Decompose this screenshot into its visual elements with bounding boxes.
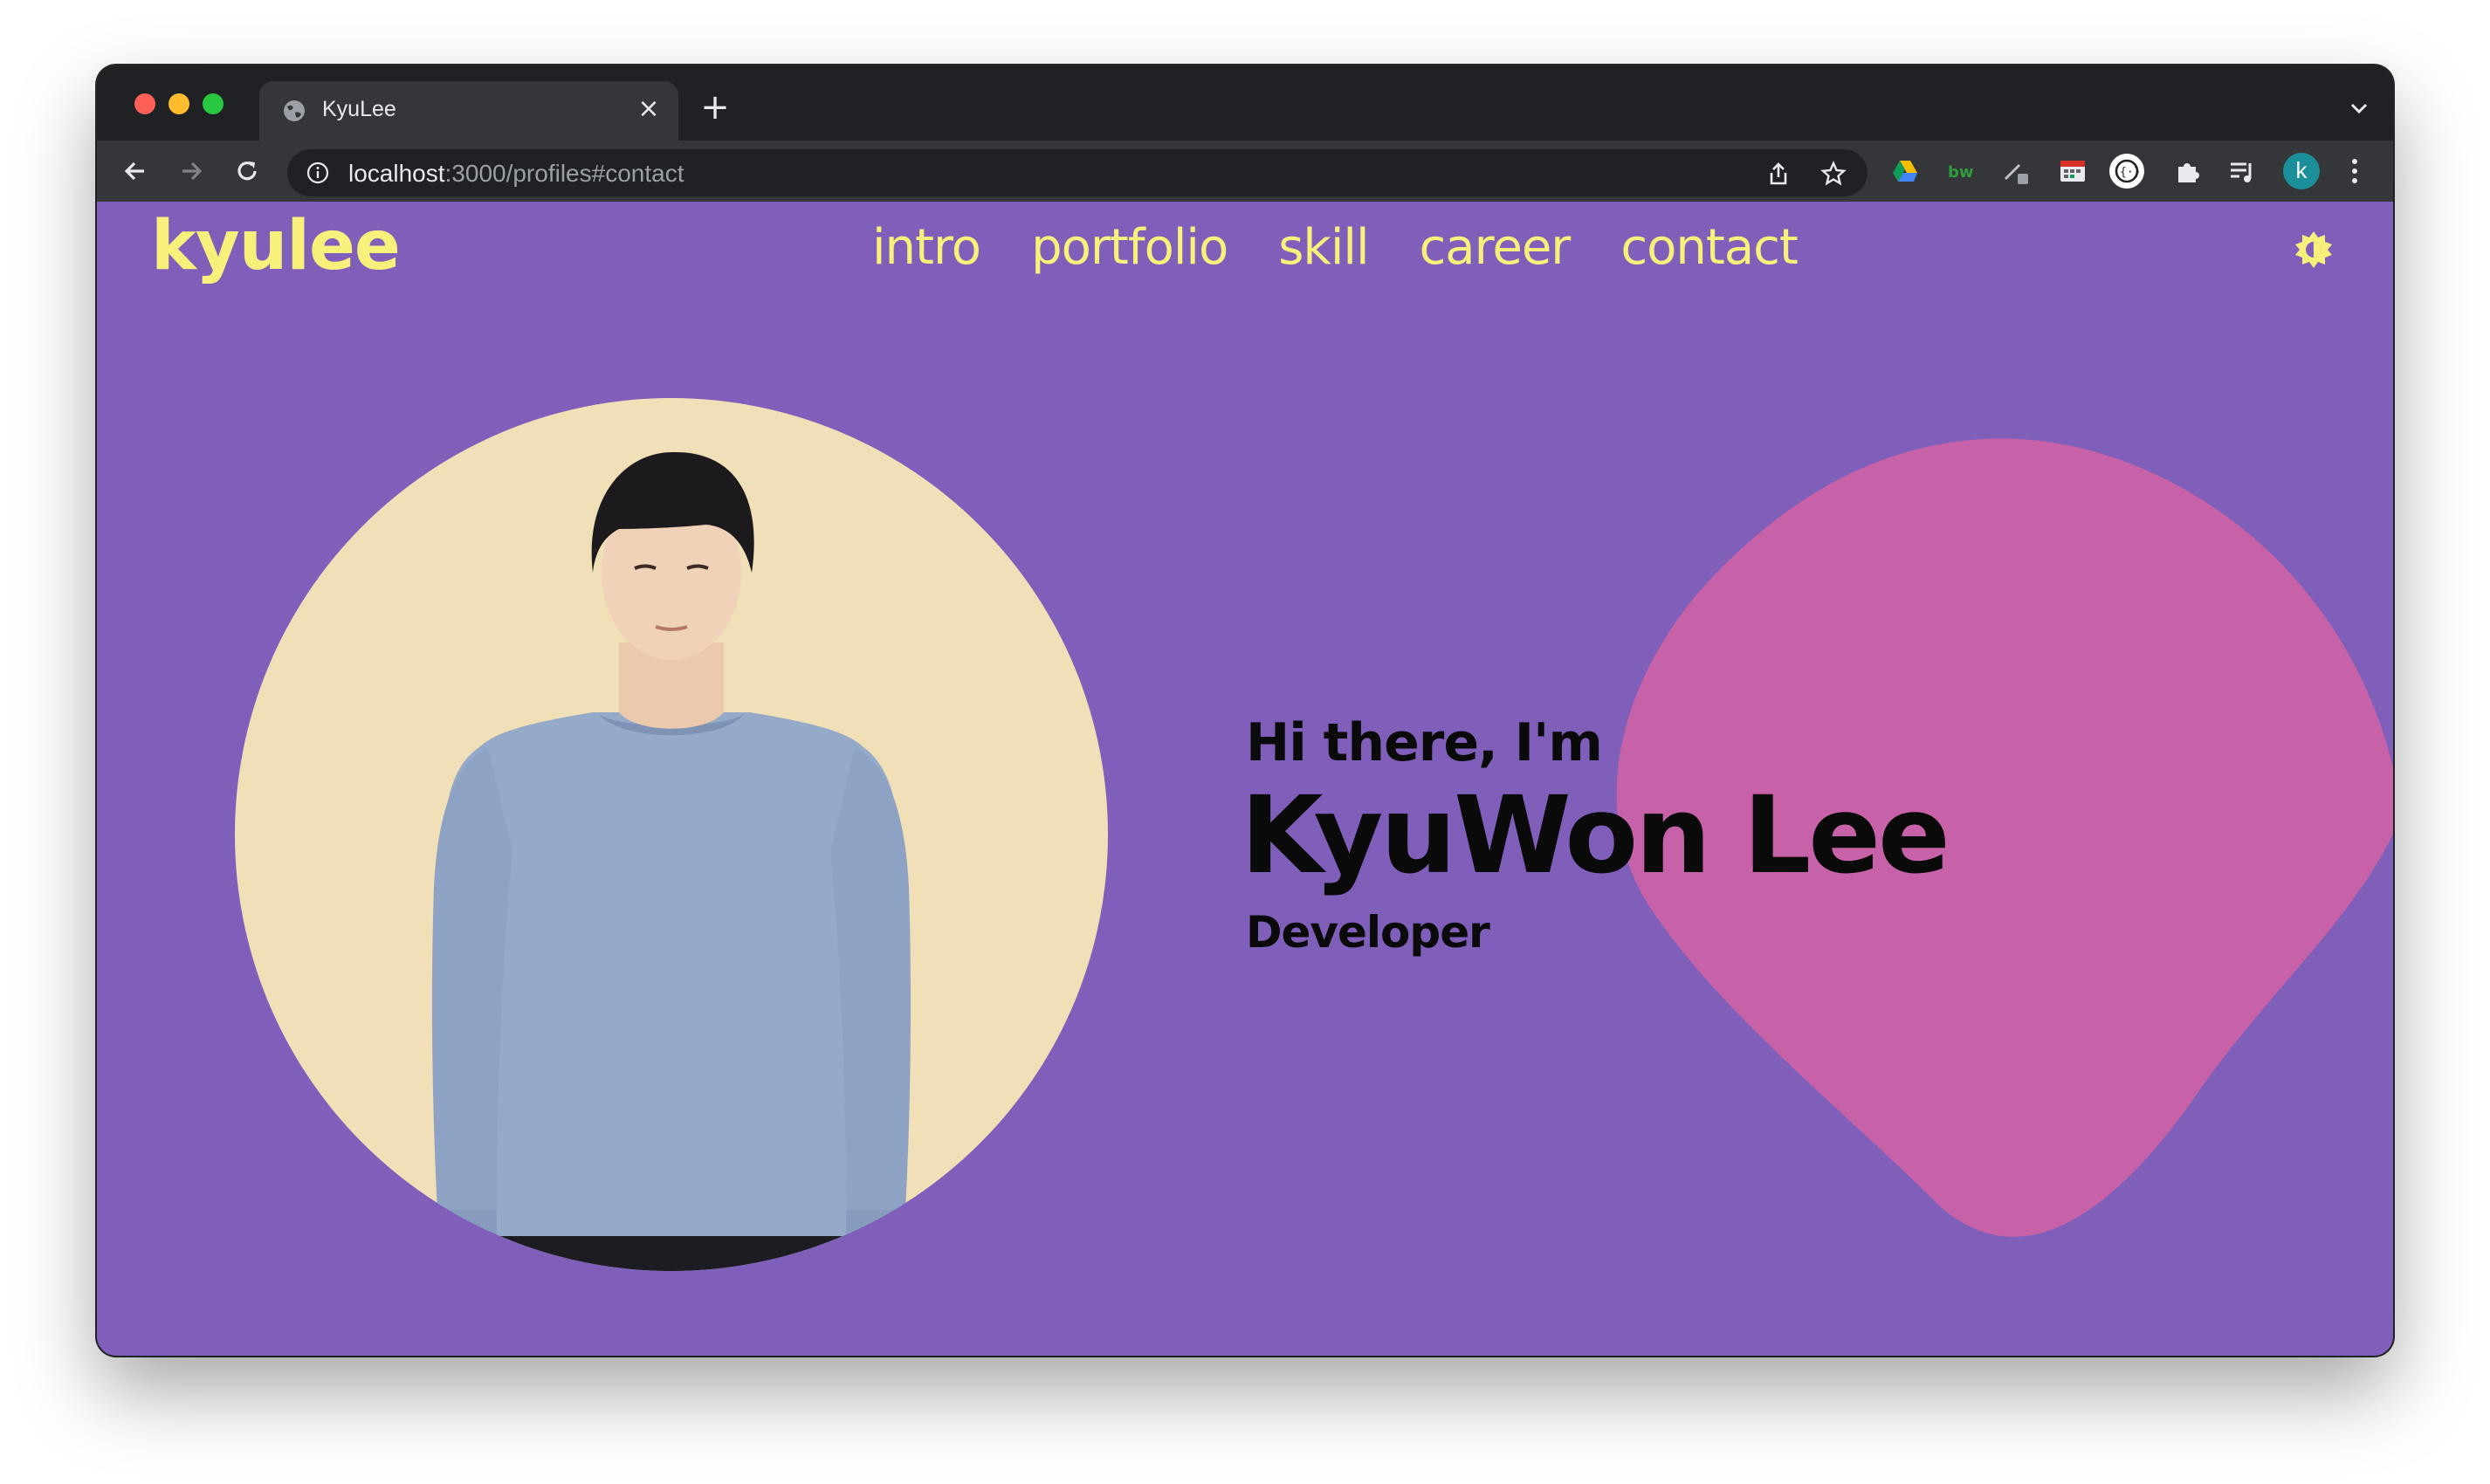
calendar-extension-icon[interactable] — [2058, 156, 2088, 186]
svg-text:{·}: {·} — [2120, 166, 2140, 179]
nav-item-skill[interactable]: skill — [1278, 219, 1369, 276]
nav-item-contact[interactable]: contact — [1620, 219, 1799, 276]
site-logo[interactable]: kyulee — [151, 207, 401, 285]
puzzle-extensions-icon[interactable] — [2173, 156, 2203, 186]
url-path: :3000/profiles#contact — [444, 160, 684, 187]
share-icon[interactable] — [1765, 161, 1792, 187]
minimize-window-button[interactable] — [169, 93, 189, 114]
info-icon[interactable] — [306, 161, 329, 184]
hero-name: KyuWon Lee — [1241, 773, 1950, 897]
forward-arrow-icon[interactable] — [175, 155, 207, 187]
nav-item-career[interactable]: career — [1420, 219, 1572, 276]
address-bar[interactable]: localhost:3000/profiles#contact — [287, 149, 1868, 196]
profile-photo — [235, 398, 1108, 1271]
back-arrow-icon[interactable] — [120, 155, 151, 187]
new-tab-button[interactable]: + — [699, 90, 731, 125]
browser-toolbar: localhost:3000/profiles#contact bw {·} k — [97, 141, 2393, 202]
more-menu-icon[interactable] — [2349, 156, 2360, 186]
svg-text:bw: bw — [1948, 163, 1974, 182]
reading-list-icon[interactable] — [2227, 156, 2257, 186]
close-tab-icon[interactable]: × — [635, 95, 663, 123]
close-window-button[interactable] — [134, 93, 155, 114]
reload-icon[interactable] — [231, 155, 263, 187]
person-illustration — [431, 451, 911, 1271]
url-text[interactable]: localhost:3000/profiles#contact — [348, 160, 684, 188]
nav-item-intro[interactable]: intro — [872, 219, 981, 276]
google-drive-icon[interactable] — [1890, 156, 1920, 186]
globe-icon — [284, 100, 305, 121]
browser-tab[interactable]: KyuLee × — [259, 81, 678, 141]
hero-role: Developer — [1246, 907, 1490, 958]
maximize-window-button[interactable] — [203, 93, 224, 114]
site-nav: intro portfolio skill career contact — [872, 219, 1848, 276]
bw-extension-icon[interactable]: bw — [1946, 156, 1976, 186]
browser-window: KyuLee × + localhost:3000/profiles#conta… — [97, 65, 2393, 1356]
code-extension-icon[interactable]: {·} — [2108, 153, 2145, 189]
pen-tool-icon[interactable] — [2002, 156, 2032, 186]
web-page: kyulee intro portfolio skill career cont… — [97, 202, 2393, 1356]
tab-title: KyuLee — [322, 97, 396, 121]
tab-strip: KyuLee × + — [97, 65, 2393, 141]
profile-avatar[interactable]: k — [2283, 153, 2320, 189]
chevron-down-icon[interactable] — [2346, 95, 2372, 121]
hero-greeting: Hi there, I'm — [1246, 712, 1603, 773]
url-host: localhost — [348, 160, 445, 187]
nav-item-portfolio[interactable]: portfolio — [1031, 219, 1228, 276]
bookmark-star-icon[interactable] — [1820, 161, 1847, 187]
theme-toggle-icon[interactable] — [2294, 230, 2334, 270]
